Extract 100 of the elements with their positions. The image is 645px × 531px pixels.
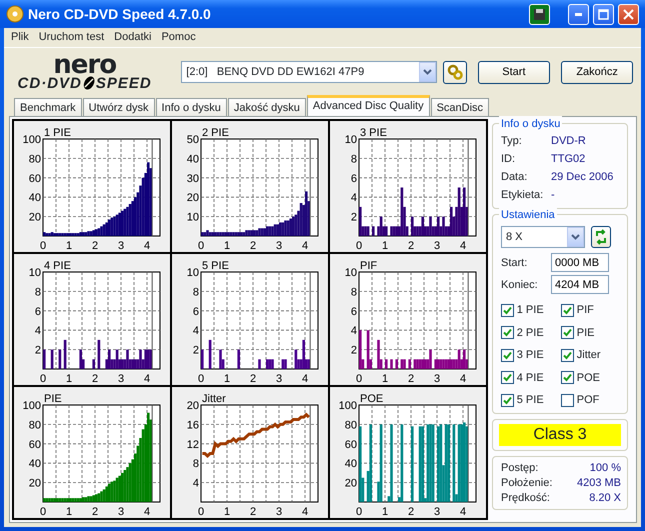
axis-tick-label: 0 <box>198 240 204 252</box>
axis-tick-label: 60 <box>28 438 41 451</box>
axis-tick-label: 0 <box>198 373 204 385</box>
drive-name: [2:0] BENQ DVD DD EW162I 47P9 <box>186 64 364 80</box>
axis-tick-label: 3 <box>118 240 124 252</box>
axis-tick-label: 20 <box>28 478 41 490</box>
series-name: 2 PIE <box>202 127 229 139</box>
checkbox-label: POE <box>576 370 600 386</box>
field-label: Prędkość: <box>501 490 550 506</box>
axis-tick-label: 100 <box>22 134 41 146</box>
checkbox-label: 2 PIE <box>516 326 544 340</box>
field-label: Etykieta: <box>501 188 544 203</box>
axis-tick-label: 8 <box>192 286 199 298</box>
axis-tick-label: 80 <box>28 153 41 166</box>
quality-class: Class 3 <box>499 424 621 446</box>
field-value: - <box>551 188 555 203</box>
checkbox-label: 1 PIE <box>516 303 544 318</box>
axis-tick-label: 100 <box>22 400 41 412</box>
axis-tick-label: 2 <box>34 344 41 357</box>
axis-tick-label: 3 <box>434 373 440 385</box>
axis-tick-label: 1 <box>382 373 388 385</box>
speed-value: 8 X <box>506 230 523 244</box>
axis-tick-label: 1 <box>66 373 72 385</box>
axis-tick-label: 80 <box>344 419 357 432</box>
axis-tick-label: 3 <box>434 506 440 518</box>
axis-tick-label: 10 <box>186 212 199 224</box>
axis-tick-label: 4 <box>460 373 466 385</box>
axis-tick-label: 3 <box>434 240 440 252</box>
axis-tick-label: 60 <box>28 172 41 185</box>
field-label: Typ: <box>501 134 523 149</box>
series-name: 5 PIE <box>202 260 229 272</box>
axis-tick-label: 2 <box>408 506 414 518</box>
axis-tick-label: 30 <box>186 172 199 185</box>
axis-tick-label: 3 <box>276 373 282 385</box>
axis-tick-label: 0 <box>198 506 204 518</box>
series-name: Jitter <box>202 393 226 405</box>
axis-tick-label: 3 <box>276 240 282 252</box>
checkbox-label: 5 PIE <box>516 393 544 408</box>
window-title: Nero CD-DVD Speed 4.7.0.0 <box>28 4 211 24</box>
axis-tick-label: 10 <box>344 134 357 146</box>
axis-tick-label: 20 <box>28 212 41 224</box>
axis-tick-label: 4 <box>460 506 466 518</box>
checkbox-label: 4 PIE <box>516 370 544 386</box>
series-name: PIE <box>44 393 62 405</box>
axis-tick-label: 1 <box>224 373 230 385</box>
group-title: Info o dysku <box>499 116 562 132</box>
field-label: Data: <box>501 170 528 185</box>
axis-tick-label: 80 <box>28 419 41 432</box>
logo-text: nero <box>53 54 116 76</box>
axis-tick-label: 6 <box>350 172 357 185</box>
series-name: 3 PIE <box>360 127 387 139</box>
axis-tick-label: 8 <box>350 286 357 298</box>
axis-tick-label: 1 <box>224 240 230 252</box>
axis-tick-label: 1 <box>66 506 72 518</box>
axis-tick-label: 40 <box>186 153 199 166</box>
checkbox-label: POF <box>576 393 600 408</box>
checkbox-label: Jitter <box>576 348 601 363</box>
axis-tick-label: 4 <box>144 373 150 385</box>
field-value: TTG02 <box>551 152 586 167</box>
series-name: 1 PIE <box>44 127 71 139</box>
axis-tick-label: 16 <box>186 419 199 432</box>
axis-tick-label: 3 <box>276 506 282 518</box>
axis-tick-label: 4 <box>350 325 357 338</box>
checkbox-label: PIE <box>576 326 594 340</box>
axis-tick-label: 0 <box>40 506 46 518</box>
field-value: 8.20 X <box>589 490 621 506</box>
field-label: Koniec: <box>501 278 539 292</box>
axis-tick-label: 4 <box>350 192 357 204</box>
axis-tick-label: 10 <box>186 267 199 279</box>
field-label: Postęp: <box>501 460 538 476</box>
axis-tick-label: 2 <box>92 506 98 518</box>
axis-tick-label: 2 <box>350 212 357 224</box>
axis-tick-label: 4 <box>192 325 199 338</box>
axis-tick-label: 3 <box>118 373 124 385</box>
axis-tick-label: 60 <box>344 438 357 451</box>
axis-tick-label: 4 <box>302 506 308 518</box>
axis-tick-label: 40 <box>344 458 357 470</box>
axis-tick-label: 1 <box>382 506 388 518</box>
axis-tick-label: 20 <box>186 400 199 412</box>
logo-text: CD·DVD <box>18 76 82 90</box>
axis-tick-label: 20 <box>186 192 199 204</box>
axis-tick-label: 20 <box>344 478 357 490</box>
axis-tick-label: 2 <box>192 344 199 357</box>
axis-tick-label: 40 <box>28 458 41 470</box>
axis-tick-label: 12 <box>186 438 199 451</box>
axis-tick-label: 2 <box>408 373 414 385</box>
axis-tick-label: 6 <box>34 306 41 318</box>
axis-tick-label: 50 <box>186 134 199 146</box>
axis-tick-label: 1 <box>66 240 72 252</box>
axis-tick-label: 10 <box>344 267 357 279</box>
series-name: PIF <box>360 260 378 272</box>
checkbox-label: PIF <box>576 303 594 318</box>
axis-tick-label: 1 <box>382 240 388 252</box>
axis-tick-label: 0 <box>40 240 46 252</box>
axis-tick-label: 2 <box>250 240 256 252</box>
axis-tick-label: 2 <box>250 506 256 518</box>
checkbox-label: 3 PIE <box>516 348 544 363</box>
axis-tick-label: 8 <box>192 458 199 470</box>
series-name: 4 PIE <box>44 260 71 272</box>
axis-tick-label: 0 <box>356 506 362 518</box>
